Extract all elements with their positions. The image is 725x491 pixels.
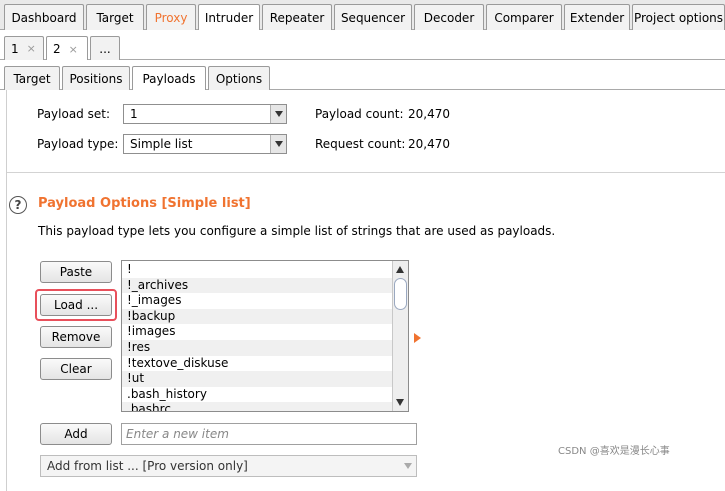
list-item[interactable]: !res — [122, 340, 392, 356]
tab-extender[interactable]: Extender — [564, 4, 630, 30]
close-icon[interactable]: × — [69, 43, 78, 56]
chevron-down-icon — [270, 105, 286, 123]
button-label: Load ... — [53, 298, 99, 312]
tab-sequencer[interactable]: Sequencer — [334, 4, 412, 30]
scroll-down-icon[interactable] — [396, 399, 404, 406]
watermark: CSDN @喜欢是漫长心事 — [558, 446, 670, 457]
list-item[interactable]: .bashrc — [122, 402, 392, 411]
subtab-label: Target — [13, 71, 51, 86]
subtab-label: Options — [215, 71, 263, 86]
list-item[interactable]: !ut — [122, 371, 392, 387]
subtab-options[interactable]: Options — [208, 66, 270, 90]
subtab-payloads[interactable]: Payloads — [132, 66, 206, 91]
button-label: Paste — [59, 265, 93, 279]
attack-tab-label: 2 — [53, 42, 61, 56]
payload-count-value: 20,470 — [408, 107, 450, 121]
tab-label: Target — [96, 10, 134, 25]
subtab-label: Payloads — [142, 72, 196, 86]
payload-type-label: Payload type: — [37, 137, 119, 151]
button-label: Remove — [51, 330, 101, 344]
section-divider — [7, 172, 725, 173]
tab-repeater[interactable]: Repeater — [262, 4, 332, 30]
expand-arrow-icon[interactable] — [414, 333, 421, 343]
list-item[interactable]: !backup — [122, 308, 392, 325]
list-scrollbar[interactable] — [392, 261, 408, 411]
add-from-list-value: Add from list ... [Pro version only] — [47, 459, 248, 473]
section-description: This payload type lets you configure a s… — [38, 224, 556, 238]
tab-comparer[interactable]: Comparer — [486, 4, 562, 30]
new-attack-tab[interactable]: ... — [90, 36, 120, 60]
tab-label: Project options — [633, 10, 724, 25]
button-label: Clear — [60, 362, 92, 376]
clear-button[interactable]: Clear — [40, 358, 112, 380]
chevron-down-icon — [400, 456, 416, 476]
section-title: Payload Options [Simple list] — [38, 196, 251, 211]
chevron-down-icon — [270, 135, 286, 153]
list-item[interactable]: !_images — [122, 293, 392, 309]
attack-tab-label: 1 — [11, 41, 19, 56]
button-label: Add — [64, 427, 88, 441]
new-tab-label: ... — [99, 41, 111, 56]
new-item-input[interactable]: Enter a new item — [121, 423, 417, 445]
tab-label: Repeater — [269, 10, 325, 25]
tab-label: Extender — [569, 10, 625, 25]
help-icon[interactable]: ? — [9, 196, 27, 214]
intruder-sub-tab-bar: Target Positions Payloads Options — [0, 60, 725, 91]
tab-label: Decoder — [423, 10, 475, 25]
tab-dashboard[interactable]: Dashboard — [4, 4, 84, 30]
list-item[interactable]: ! — [122, 262, 392, 278]
payload-type-select[interactable]: Simple list — [123, 134, 287, 154]
request-count-value: 20,470 — [408, 137, 450, 151]
tab-label: Intruder — [204, 11, 254, 25]
subtab-positions[interactable]: Positions — [62, 66, 130, 90]
attack-tab-1[interactable]: 1 × — [4, 36, 44, 60]
load-button[interactable]: Load ... — [40, 294, 112, 316]
tab-target[interactable]: Target — [86, 4, 144, 30]
list-item[interactable]: !images — [122, 324, 392, 340]
request-count-label: Request count: — [315, 137, 406, 151]
payload-set-label: Payload set: — [37, 107, 110, 121]
add-button[interactable]: Add — [40, 423, 112, 445]
tab-label: Dashboard — [11, 10, 77, 25]
payload-set-select[interactable]: 1 — [123, 104, 287, 124]
close-icon[interactable]: × — [27, 42, 36, 55]
attack-tab-bar: 1 × 2 × ... — [0, 30, 725, 61]
top-tab-bar: Dashboard Target Proxy Intruder Repeater… — [0, 0, 725, 31]
tab-decoder[interactable]: Decoder — [414, 4, 484, 30]
payload-type-value: Simple list — [130, 137, 193, 151]
tab-intruder[interactable]: Intruder — [198, 4, 260, 31]
tab-project-options[interactable]: Project options — [632, 4, 725, 30]
subtab-target[interactable]: Target — [4, 66, 60, 90]
scrollbar-thumb[interactable] — [394, 278, 407, 310]
add-from-list-select[interactable]: Add from list ... [Pro version only] — [40, 455, 417, 477]
subtab-label: Positions — [69, 71, 123, 86]
list-item[interactable]: .bash_history — [122, 387, 392, 403]
tab-label: Proxy — [154, 10, 188, 25]
tab-label: Comparer — [494, 10, 554, 25]
scroll-up-icon[interactable] — [396, 266, 404, 273]
tab-proxy[interactable]: Proxy — [146, 4, 196, 30]
payload-count-label: Payload count: — [315, 107, 404, 121]
attack-tab-2[interactable]: 2 × — [46, 36, 88, 61]
payload-list[interactable]: ! !_archives !_images !backup !images !r… — [121, 260, 409, 412]
paste-button[interactable]: Paste — [40, 261, 112, 283]
payloads-panel: Payload set: 1 Payload count: 20,470 Pay… — [6, 90, 725, 491]
list-item[interactable]: !textove_diskuse — [122, 356, 392, 372]
payload-set-value: 1 — [130, 107, 138, 121]
tab-label: Sequencer — [340, 10, 406, 25]
remove-button[interactable]: Remove — [40, 326, 112, 348]
list-item[interactable]: !_archives — [122, 277, 392, 294]
